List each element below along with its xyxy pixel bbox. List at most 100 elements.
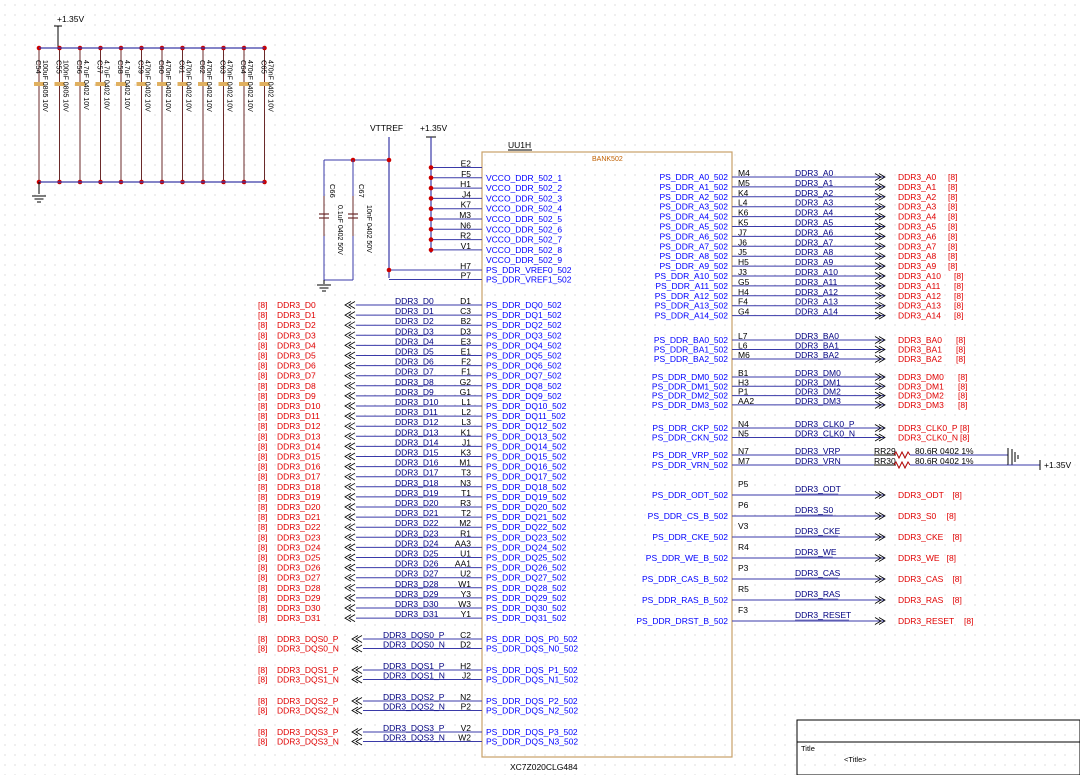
page-ref: [8]: [258, 310, 267, 320]
page-ref: [8]: [258, 737, 267, 747]
offpage-connector: [344, 331, 352, 340]
page-ref: [8]: [258, 391, 267, 401]
pin-name: PS_DDR_DQ12_502: [486, 421, 567, 431]
dq-port-label: DDR3_D20: [277, 502, 321, 512]
page-ref: [8]: [954, 291, 963, 301]
pin-number: G2: [460, 377, 472, 387]
page-ref: [8]: [258, 300, 267, 310]
pin-name: PS_DDR_DQ26_502: [486, 563, 567, 573]
offpage-connector: [344, 422, 352, 431]
junction-dot: [428, 196, 434, 201]
dqs-net-label: DDR3_DQS3_P: [383, 723, 445, 733]
pin-number: P2: [461, 702, 472, 712]
title-block-value: <Title>: [844, 755, 867, 764]
title-block-label: Title: [801, 744, 815, 753]
pin-number: P3: [738, 563, 749, 573]
pin-name: PS_DDR_A6_502: [659, 231, 728, 241]
pin-name: PS_DDR_DQ24_502: [486, 542, 567, 552]
dq-port-label: DDR3_D12: [277, 421, 321, 431]
pin-name: PS_DDR_A11_502: [655, 281, 728, 291]
dq-net-label: DDR3_D21: [395, 508, 439, 518]
page-ref: [8]: [958, 400, 967, 410]
page-ref: [8]: [258, 706, 267, 716]
pin-name: PS_DDR_DQ25_502: [486, 553, 567, 563]
junction-dot: [428, 227, 434, 232]
pin-name: PS_DDR_DQ6_502: [486, 361, 562, 371]
vttref-label: VTTREF: [370, 123, 403, 133]
page-ref: [8]: [952, 490, 961, 500]
pin-name: PS_DDR_DQS_P1_502: [486, 665, 578, 675]
dq-port-label: DDR3_D0: [277, 300, 316, 310]
pin-name: PS_DDR_A7_502: [659, 241, 728, 251]
pin-name: PS_DDR_DM3_502: [652, 400, 728, 410]
pin-name: PS_DDR_DQ18_502: [486, 482, 567, 492]
addr-net-label: DDR3_A3: [795, 198, 834, 208]
junction-dot: [428, 237, 434, 242]
dq-port-label: DDR3_D8: [277, 381, 316, 391]
pin-name: PS_DDR_DQ5_502: [486, 351, 562, 361]
dqs-net-label: DDR3_DQS2_N: [383, 702, 445, 712]
offpage-connector: [344, 321, 352, 330]
pin-name: PS_DDR_CAS_B_502: [642, 574, 728, 584]
vrp-net-label: DDR3_VRP: [795, 446, 841, 456]
pin-name: PS_DDR_VRP_502: [652, 450, 728, 460]
page-ref: [8]: [258, 421, 267, 431]
addr-net-label: DDR3_A7: [795, 237, 834, 247]
pin-number: R2: [460, 231, 471, 241]
dq-net-label: DDR3_D18: [395, 478, 439, 488]
offpage-connector: [344, 533, 352, 542]
ctrl-net-label: DDR3_CAS: [795, 568, 841, 578]
pin-name: PS_DDR_RAS_B_502: [642, 595, 728, 605]
dqs-net-label: DDR3_DQS2_P: [383, 692, 445, 702]
pin-number: P5: [738, 479, 749, 489]
page-ref: [8]: [956, 335, 965, 345]
pin-name: PS_DDR_DQ7_502: [486, 371, 562, 381]
dq-port-label: DDR3_D19: [277, 492, 321, 502]
pin-name: PS_DDR_DQ29_502: [486, 593, 567, 603]
dq-port-label: DDR3_D3: [277, 330, 316, 340]
page-ref: [8]: [948, 261, 957, 271]
dq-port-label: DDR3_D26: [277, 563, 321, 573]
page-ref: [8]: [258, 320, 267, 330]
pin-number: D2: [460, 640, 471, 650]
offpage-connector: [344, 341, 352, 350]
page-ref: [8]: [258, 573, 267, 583]
dq-net-label: DDR3_D14: [395, 437, 439, 447]
dq-port-label: DDR3_D28: [277, 583, 321, 593]
dqs-net-label: DDR3_DQS0_N: [383, 640, 445, 650]
dq-port-label: DDR3_D21: [277, 512, 321, 522]
pin-number: C2: [460, 630, 471, 640]
junction-dot: [428, 206, 434, 211]
pin-name: PS_DDR_BA1_502: [654, 345, 728, 355]
pin-name: PS_DDR_DQ1_502: [486, 310, 562, 320]
pin-name: PS_DDR_A0_502: [659, 172, 728, 182]
page-ref: [8]: [258, 351, 267, 361]
pin-name: VCCO_DDR_502_1: [486, 173, 562, 183]
dq-port-label: DDR3_D22: [277, 522, 321, 532]
dq-net-label: DDR3_D28: [395, 579, 439, 589]
offpage-connector: [344, 604, 352, 612]
pin-number: P6: [738, 500, 749, 510]
dq-net-label: DDR3_D9: [395, 387, 434, 397]
page-ref: [8]: [258, 482, 267, 492]
clk-net-label: DDR3_CLK0_P: [795, 419, 855, 429]
pin-name: PS_DDR_DQ10_502: [486, 401, 567, 411]
dqs-port-label: DDR3_DQS3_N: [277, 737, 339, 747]
pin-number: F2: [461, 357, 471, 367]
ctrl-net-label: DDR3_RAS: [795, 589, 841, 599]
pin-name: PS_DDR_DQ20_502: [486, 502, 567, 512]
junction-dot: [428, 185, 434, 191]
pin-number: F5: [461, 169, 471, 179]
decoupling-cap-value: 470nF 0402 10V: [144, 60, 151, 112]
pin-number: U2: [460, 569, 471, 579]
offpage-connector: [344, 432, 352, 441]
page-ref: [8]: [956, 345, 965, 355]
pin-name: PS_DDR_CKE_502: [652, 532, 728, 542]
dq-net-label: DDR3_D23: [395, 528, 439, 538]
pin-number: R3: [460, 498, 471, 508]
page-ref: [8]: [952, 532, 961, 542]
page-ref: [8]: [258, 563, 267, 573]
dq-port-label: DDR3_D10: [277, 401, 321, 411]
pin-number: N2: [460, 692, 471, 702]
dq-port-label: DDR3_D4: [277, 340, 316, 350]
